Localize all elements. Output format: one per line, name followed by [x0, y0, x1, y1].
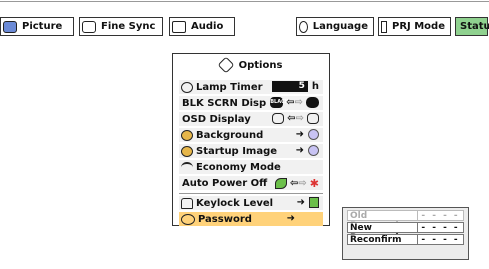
old-password-row: Old Password - - - - [347, 210, 464, 231]
tab-picture[interactable]: Picture [0, 17, 74, 36]
menu-item-auto-power-off[interactable]: Auto Power Off ⇦⇨ ✱ [179, 176, 323, 190]
menu-item-background[interactable]: Background ➜ [179, 128, 323, 142]
menu-item-osd-display[interactable]: OSD Display ⇦⇨ [179, 112, 323, 126]
reconfirm-label: Reconfirm [347, 234, 417, 245]
speaker-icon [172, 20, 186, 33]
speech-bubble-icon [299, 20, 308, 33]
fine-sync-icon [82, 20, 96, 33]
reconfirm-field[interactable]: - - - - [417, 234, 464, 245]
auto-power-off-label: Auto Power Off [182, 177, 268, 189]
projector-mode-icon [381, 20, 387, 33]
options-title: Options [238, 59, 283, 71]
economy-mode-label: Economy Mode [196, 161, 281, 173]
arrow-right-icon: ➜ [295, 145, 304, 156]
tab-prj-mode-label: PRJ Mode [392, 21, 445, 32]
options-menu-header: Options [173, 54, 329, 76]
options-icon [217, 56, 235, 74]
lamp-timer-value: 5 [271, 81, 308, 92]
lamp-timer-unit: h [311, 81, 319, 92]
tab-fine-sync[interactable]: Fine Sync [79, 17, 163, 36]
lamp-timer-label: Lamp Timer [196, 81, 263, 93]
menu-divider [179, 193, 323, 194]
osd-display-label: OSD Display [182, 113, 251, 125]
startup-image-label: Startup Image [196, 145, 278, 157]
menu-item-economy-mode[interactable]: Economy Mode [179, 160, 323, 174]
tab-picture-label: Picture [22, 21, 63, 32]
background-label: Background [196, 129, 264, 141]
arrow-right-icon: ➜ [286, 213, 295, 224]
menu-item-startup-image[interactable]: Startup Image ➜ [179, 144, 323, 158]
keylock-level-label: Keylock Level [196, 197, 274, 209]
lock-icon [309, 197, 319, 208]
menu-item-keylock-level[interactable]: Keylock Level ➜ [179, 196, 323, 210]
osd-on-icon [272, 113, 285, 124]
tab-audio-label: Audio [191, 21, 224, 32]
menu-item-lamp-timer[interactable]: Lamp Timer 5 h [179, 80, 323, 94]
black-screen-icon: BLACK [270, 97, 289, 108]
timer-icon [181, 81, 193, 93]
new-password-label: New Password [347, 222, 417, 243]
new-password-field[interactable]: - - - - [417, 222, 464, 233]
toggle-arrows-icon: ⇦⇨ [287, 113, 304, 124]
old-password-label: Old Password [347, 210, 417, 231]
arrow-right-icon: ➜ [295, 129, 304, 140]
tab-prj-mode[interactable]: PRJ Mode [378, 17, 451, 36]
key-icon [181, 213, 195, 225]
menu-item-password[interactable]: Password ➜ [179, 212, 323, 226]
new-password-row: New Password - - - - [347, 222, 464, 243]
tab-language-label: Language [312, 21, 368, 32]
picture-icon [3, 20, 17, 33]
options-menu: Options Lamp Timer 5 h BLK SCRN Disp BLA… [172, 53, 330, 226]
old-password-field[interactable]: - - - - [417, 210, 464, 221]
tab-status-label: Status [460, 21, 489, 32]
power-leaf-icon [275, 178, 287, 189]
power-off-icon: ✱ [309, 177, 319, 190]
toggle-arrows-icon: ⇦⇨ [290, 178, 307, 189]
tab-audio[interactable]: Audio [169, 17, 235, 36]
economy-leaf-icon [181, 161, 193, 173]
lock-icon [181, 197, 193, 209]
arrow-right-icon: ➜ [296, 197, 305, 208]
background-icon [181, 129, 193, 141]
tab-fine-sync-label: Fine Sync [101, 21, 156, 32]
tab-status[interactable]: Status [455, 17, 489, 36]
password-label: Password [198, 213, 252, 225]
startup-image-icon [181, 145, 193, 157]
blk-scrn-disp-label: BLK SCRN Disp [182, 97, 267, 109]
tab-language[interactable]: Language [296, 17, 374, 36]
submenu-button-icon [308, 129, 319, 140]
password-panel: Old Password - - - - New Password - - - … [342, 207, 469, 260]
toggle-arrows-icon: ⇦⇨ [286, 97, 303, 108]
top-divider [0, 1, 489, 2]
osd-off-icon [307, 113, 319, 124]
reconfirm-row: Reconfirm - - - - [347, 234, 464, 245]
black-circle-icon [306, 97, 319, 108]
menu-item-blk-scrn-disp[interactable]: BLK SCRN Disp BLACK ⇦⇨ [179, 96, 323, 110]
submenu-button-icon [308, 145, 319, 156]
